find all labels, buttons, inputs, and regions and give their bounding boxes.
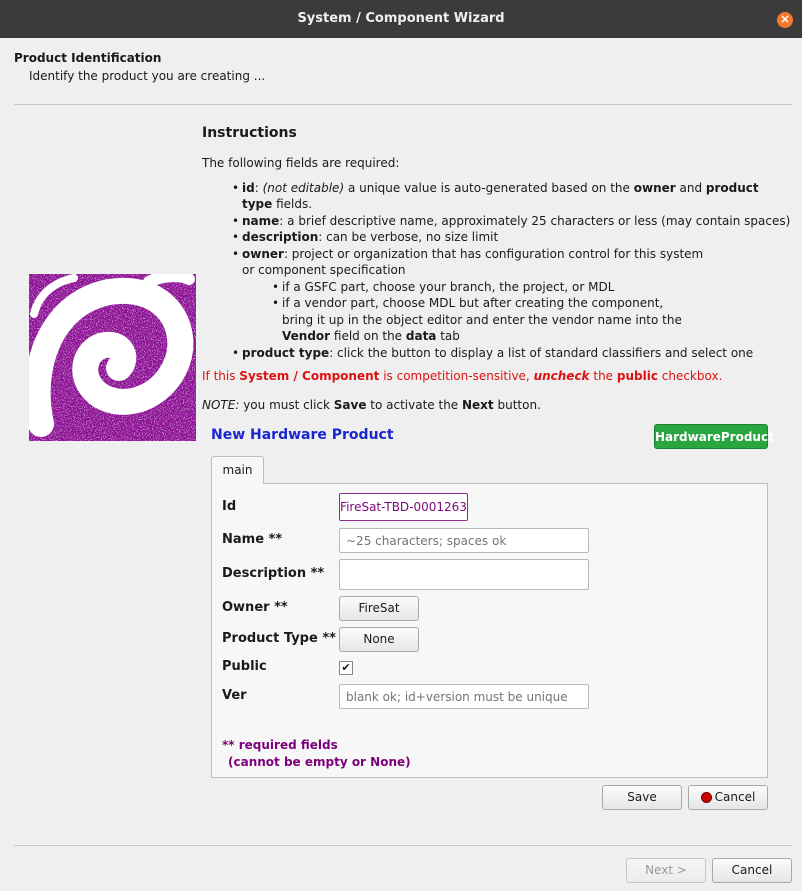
window-titlebar: System / Component Wizard ×	[0, 0, 802, 38]
owner-button[interactable]: FireSat	[339, 596, 419, 621]
required-fields-list: • id: (not editable) a unique value is au…	[202, 180, 792, 362]
next-button[interactable]: Next >	[626, 858, 706, 883]
page-subtitle: Identify the product you are creating ..…	[29, 69, 266, 83]
required-fields-note: ** required fields (cannot be empty or N…	[222, 738, 411, 769]
list-item: • if a GSFC part, choose your branch, the…	[272, 279, 615, 294]
page-title: Product Identification	[14, 51, 162, 65]
description-input[interactable]	[339, 559, 589, 590]
ver-label: Ver	[222, 688, 247, 703]
save-button[interactable]: Save	[602, 785, 682, 810]
id-label: Id	[222, 499, 237, 514]
list-item: • description: can be verbose, no size li…	[232, 230, 499, 244]
spiral-logo-image	[29, 274, 196, 441]
list-item: • name: a brief descriptive name, approxi…	[232, 213, 791, 228]
public-checkbox[interactable]: ✔	[339, 661, 353, 675]
instructions-title: Instructions	[202, 125, 297, 141]
close-icon[interactable]: ×	[777, 12, 793, 28]
instructions-intro: The following fields are required:	[202, 156, 400, 170]
list-item: • owner: project or organization that has…	[232, 246, 704, 278]
product-type-label: Product Type **	[222, 631, 336, 646]
list-item: • if a vendor part, choose MDL but after …	[272, 296, 682, 343]
form-title: New Hardware Product	[211, 427, 394, 443]
header-divider	[14, 104, 792, 105]
owner-label: Owner **	[222, 600, 288, 615]
instructions-block: Instructions The following fields are re…	[202, 124, 792, 413]
public-label: Public	[222, 659, 267, 674]
footer-cancel-button[interactable]: Cancel	[712, 858, 792, 883]
list-item: • id: (not editable) a unique value is au…	[232, 180, 759, 212]
name-input[interactable]	[339, 528, 589, 553]
product-class-badge[interactable]: HardwareProduct	[654, 424, 774, 449]
ver-input[interactable]	[339, 684, 589, 709]
tab-main[interactable]: main	[211, 456, 264, 484]
window-title: System / Component Wizard	[297, 11, 505, 26]
competition-warning: If this System / Component is competitio…	[202, 369, 723, 383]
save-note: NOTE: you must click Save to activate th…	[202, 397, 541, 412]
cancel-button[interactable]: Cancel	[688, 785, 768, 810]
description-label: Description **	[222, 566, 325, 581]
list-item: • product type: click the button to displ…	[232, 345, 754, 360]
product-type-button[interactable]: None	[339, 627, 419, 652]
footer-divider	[14, 845, 792, 846]
name-label: Name **	[222, 532, 283, 547]
id-field: FireSat-TBD-0001263	[339, 493, 468, 521]
stop-icon	[700, 792, 712, 803]
